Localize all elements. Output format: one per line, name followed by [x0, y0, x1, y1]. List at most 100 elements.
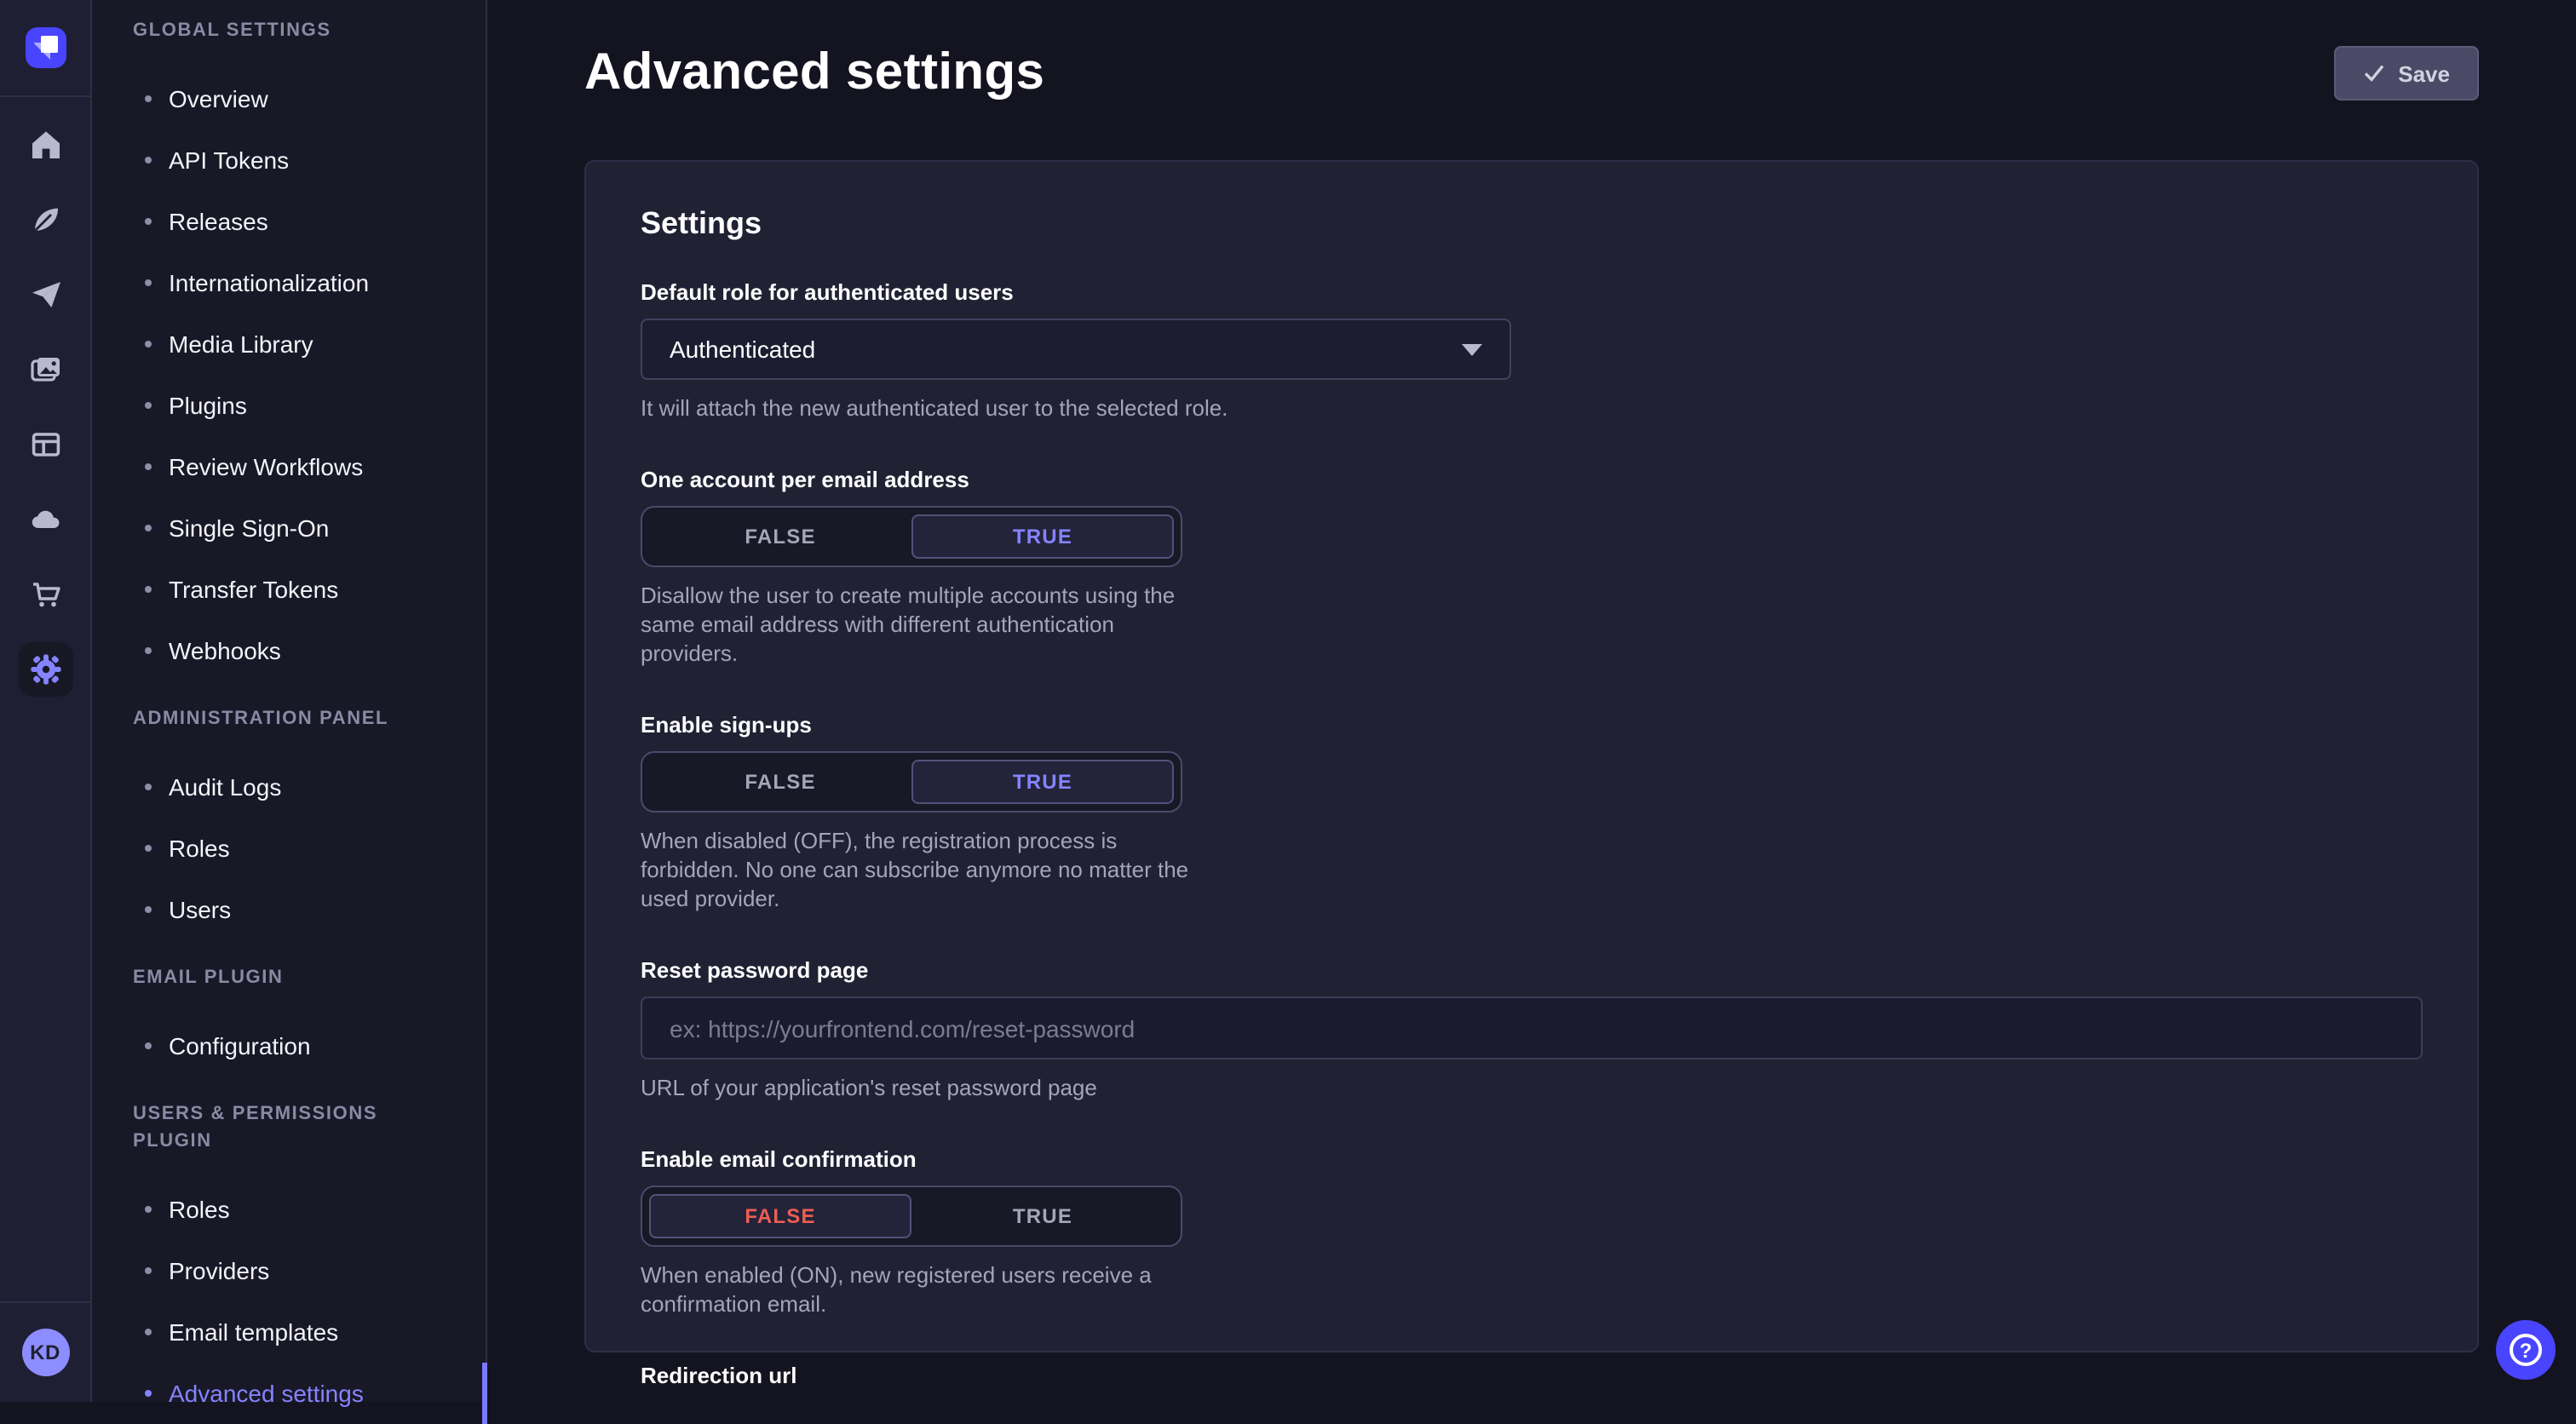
sidebar-item-up-roles[interactable]: Roles: [92, 1179, 486, 1240]
sidebar-item-label: Plugins: [169, 388, 247, 422]
paper-plane-icon: [28, 278, 62, 312]
sidebar-item-internationalization[interactable]: Internationalization: [92, 252, 486, 313]
bullet-icon: [145, 1206, 152, 1213]
sidebar-item-media-library[interactable]: Media Library: [92, 313, 486, 375]
sidebar-item-email-templates[interactable]: Email templates: [92, 1301, 486, 1363]
sidebar-item-label: Overview: [169, 82, 268, 116]
home-icon: [28, 128, 62, 162]
default-role-select[interactable]: Authenticated: [641, 319, 1511, 380]
bullet-icon: [145, 1390, 152, 1397]
sidebar-item-label: Roles: [169, 1192, 230, 1226]
save-button[interactable]: Save: [2333, 46, 2479, 100]
cart-icon: [28, 577, 62, 612]
sidebar-item-releases[interactable]: Releases: [92, 191, 486, 252]
settings-heading: Settings: [641, 206, 2423, 242]
sidebar-item-single-sign-on[interactable]: Single Sign-On: [92, 497, 486, 559]
reset-password-hint: URL of your application's reset password…: [641, 1073, 2423, 1102]
active-indicator: [482, 1363, 487, 1424]
sidebar-item-overview[interactable]: Overview: [92, 68, 486, 129]
default-role-label: Default role for authenticated users: [641, 279, 2423, 305]
nav-item-home[interactable]: [8, 107, 83, 182]
redirection-url-label: Redirection url: [641, 1363, 2423, 1388]
sidebar-item-label: Email templates: [169, 1315, 338, 1349]
enable-signups-hint: When disabled (OFF), the registration pr…: [641, 826, 1206, 913]
field-email-confirmation: Enable email confirmation FALSE TRUE Whe…: [641, 1146, 2423, 1318]
one-account-hint: Disallow the user to create multiple acc…: [641, 581, 1206, 668]
layout-icon: [28, 428, 62, 462]
sidebar-item-label: API Tokens: [169, 143, 289, 177]
sidebar-item-admin-users[interactable]: Users: [92, 879, 486, 940]
bullet-icon: [145, 525, 152, 531]
nav-item-settings[interactable]: [8, 632, 83, 707]
sidebar-item-webhooks[interactable]: Webhooks: [92, 620, 486, 681]
app-window: KD GLOBAL SETTINGS Overview API Tokens R…: [0, 0, 2576, 1402]
images-icon: [28, 353, 62, 387]
bullet-icon: [145, 1042, 152, 1049]
divider: [0, 1301, 90, 1303]
email-confirmation-true-option[interactable]: TRUE: [911, 1194, 1174, 1238]
main-content: Advanced settings Save Settings Default …: [487, 0, 2576, 1402]
help-button[interactable]: ?: [2496, 1320, 2556, 1380]
sidebar-item-label: Webhooks: [169, 634, 281, 668]
email-confirmation-label: Enable email confirmation: [641, 1146, 2423, 1172]
strapi-logo-button[interactable]: [0, 0, 91, 97]
email-confirmation-toggle: FALSE TRUE: [641, 1186, 1182, 1247]
bullet-icon: [145, 586, 152, 593]
one-account-true-option[interactable]: TRUE: [911, 514, 1174, 559]
check-icon: [2362, 63, 2384, 83]
page-title: Advanced settings: [584, 41, 1044, 106]
sidebar-item-label: Configuration: [169, 1029, 311, 1063]
one-account-label: One account per email address: [641, 467, 2423, 492]
one-account-false-option[interactable]: FALSE: [649, 514, 911, 559]
default-role-value: Authenticated: [670, 336, 815, 363]
bullet-icon: [145, 218, 152, 225]
sidebar-item-label: Review Workflows: [169, 450, 363, 484]
sidebar-item-providers[interactable]: Providers: [92, 1240, 486, 1301]
reset-password-label: Reset password page: [641, 957, 2423, 983]
enable-signups-toggle: FALSE TRUE: [641, 751, 1182, 812]
nav-item-marketplace[interactable]: [8, 557, 83, 632]
enable-signups-true-option[interactable]: TRUE: [911, 760, 1174, 804]
sidebar-item-email-configuration[interactable]: Configuration: [92, 1015, 486, 1077]
field-redirection-url: Redirection url: [641, 1363, 2423, 1402]
email-confirmation-hint: When enabled (ON), new registered users …: [641, 1260, 1206, 1318]
sidebar-item-advanced-settings[interactable]: Advanced settings: [92, 1363, 486, 1424]
sidebar-item-transfer-tokens[interactable]: Transfer Tokens: [92, 559, 486, 620]
sidebar-item-audit-logs[interactable]: Audit Logs: [92, 756, 486, 818]
field-enable-signups: Enable sign-ups FALSE TRUE When disabled…: [641, 712, 2423, 913]
nav-item-deploy[interactable]: [8, 257, 83, 332]
sidebar-item-label: Releases: [169, 204, 268, 238]
bullet-icon: [145, 1329, 152, 1335]
sidebar-item-admin-roles[interactable]: Roles: [92, 818, 486, 879]
settings-sidebar: GLOBAL SETTINGS Overview API Tokens Rele…: [92, 0, 487, 1402]
sidebar-item-api-tokens[interactable]: API Tokens: [92, 129, 486, 191]
sidebar-section-administration-panel: ADMINISTRATION PANEL Audit Logs Roles Us…: [92, 705, 486, 940]
nav-item-content[interactable]: [8, 182, 83, 257]
sidebar-item-review-workflows[interactable]: Review Workflows: [92, 436, 486, 497]
page-header: Advanced settings Save: [584, 0, 2479, 106]
sidebar-section-users-permissions-plugin: USERS & PERMISSIONS PLUGIN Roles Provide…: [92, 1100, 486, 1424]
field-reset-password: Reset password page URL of your applicat…: [641, 957, 2423, 1102]
reset-password-input[interactable]: [641, 996, 2423, 1059]
chevron-down-icon: [1462, 343, 1482, 355]
user-avatar[interactable]: KD: [21, 1329, 69, 1376]
default-role-hint: It will attach the new authenticated use…: [641, 393, 2423, 422]
enable-signups-false-option[interactable]: FALSE: [649, 760, 911, 804]
section-title: ADMINISTRATION PANEL: [92, 705, 486, 732]
sidebar-item-plugins[interactable]: Plugins: [92, 375, 486, 436]
nav-item-content-manager[interactable]: [8, 407, 83, 482]
nav-item-media[interactable]: [8, 332, 83, 407]
gear-icon: [28, 652, 62, 686]
sidebar-item-label: Roles: [169, 831, 230, 865]
sidebar-section-global-settings: GLOBAL SETTINGS Overview API Tokens Rele…: [92, 17, 486, 681]
section-title: EMAIL PLUGIN: [92, 964, 486, 991]
bullet-icon: [145, 647, 152, 654]
bullet-icon: [145, 845, 152, 852]
feather-icon: [28, 203, 62, 237]
nav-item-cloud[interactable]: [8, 482, 83, 557]
email-confirmation-false-option[interactable]: FALSE: [649, 1194, 911, 1238]
one-account-toggle: FALSE TRUE: [641, 506, 1182, 567]
section-title: GLOBAL SETTINGS: [92, 17, 486, 44]
sidebar-item-label: Advanced settings: [169, 1376, 364, 1410]
field-default-role: Default role for authenticated users Aut…: [641, 279, 2423, 422]
